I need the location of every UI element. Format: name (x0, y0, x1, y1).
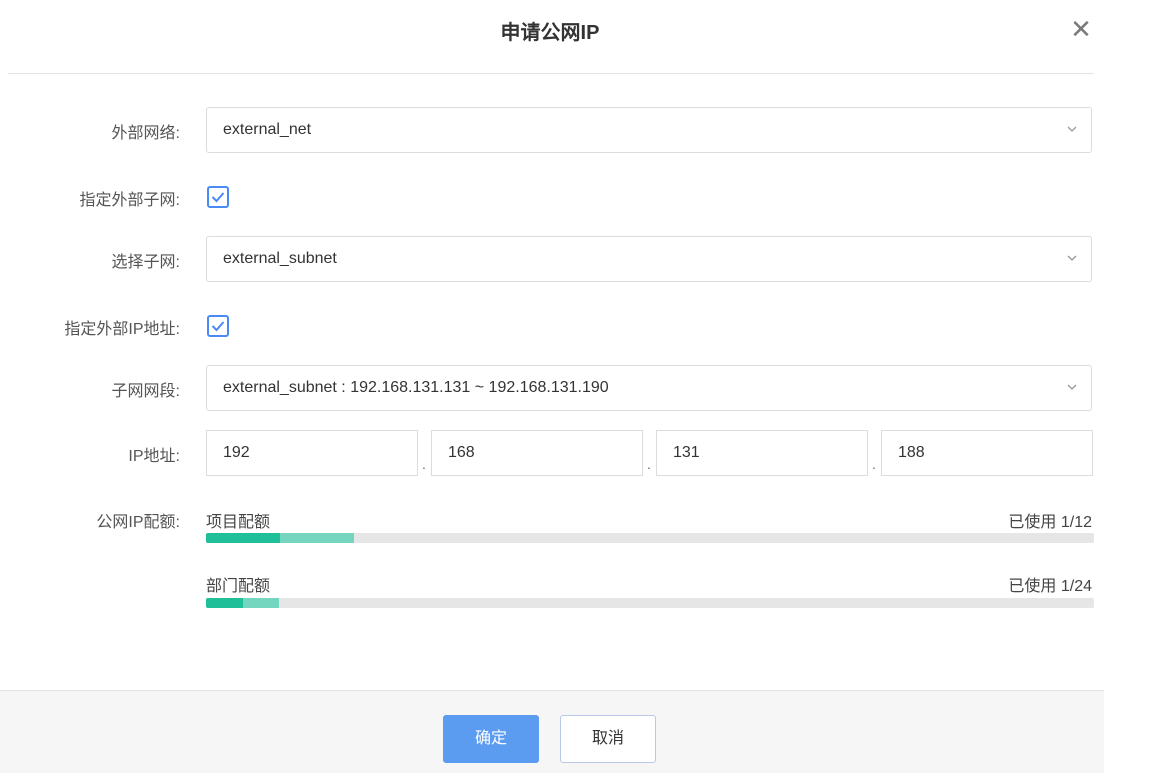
ip-octet-4-value: 188 (898, 444, 925, 461)
dialog-footer: 确定 取消 (0, 690, 1104, 773)
subnet-value: external_subnet (223, 250, 337, 267)
project-quota-usage: 已使用 1/12 (1008, 514, 1092, 531)
ip-octet-1-input[interactable]: 192 (206, 430, 418, 476)
project-quota-name: 项目配额 (206, 514, 271, 531)
quota-label: 公网IP配额: (96, 514, 180, 531)
confirm-button[interactable]: 确定 (443, 715, 539, 763)
ip-octet-1-value: 192 (223, 444, 250, 461)
external-network-label: 外部网络: (111, 125, 180, 142)
specify-ip-checkbox[interactable] (207, 315, 229, 337)
check-icon (211, 192, 225, 203)
subnet-label: 选择子网: (111, 254, 180, 271)
chevron-down-icon (1067, 126, 1077, 132)
specify-subnet-label: 指定外部子网: (79, 192, 180, 209)
check-icon (211, 321, 225, 332)
specify-ip-label: 指定外部IP地址: (64, 321, 180, 338)
department-quota-used-fill (206, 598, 243, 608)
quota-section: 公网IP配额: 项目配额 已使用 1/12 部门配额 已使用 1/24 (0, 508, 1100, 618)
subnet-range-value: external_subnet : 192.168.131.131 ~ 192.… (223, 379, 609, 396)
specify-subnet-checkbox[interactable] (207, 186, 229, 208)
chevron-down-icon (1067, 255, 1077, 261)
ip-separator: . (647, 456, 651, 472)
subnet-range-label: 子网网段: (111, 383, 180, 400)
close-icon[interactable]: ✕ (1068, 14, 1094, 44)
ip-octet-2-value: 168 (448, 444, 475, 461)
department-quota-usage: 已使用 1/24 (1008, 578, 1092, 595)
chevron-down-icon (1067, 384, 1077, 390)
project-quota-bar (206, 533, 1094, 543)
ip-octet-3-input[interactable]: 131 (656, 430, 868, 476)
cancel-button[interactable]: 取消 (560, 715, 656, 763)
dialog-title: 申请公网IP (500, 22, 600, 44)
external-network-select[interactable]: external_net (206, 107, 1092, 153)
ip-octet-4-input[interactable]: 188 (881, 430, 1093, 476)
project-quota-used-fill (206, 533, 280, 543)
apply-public-ip-dialog: 申请公网IP ✕ 外部网络: external_net 指定外部子网: 选择子网… (0, 0, 1152, 773)
subnet-range-select[interactable]: external_subnet : 192.168.131.131 ~ 192.… (206, 365, 1092, 411)
ip-address-label: IP地址: (128, 448, 180, 465)
ip-separator: . (422, 456, 426, 472)
header-divider (8, 73, 1094, 74)
ip-octet-2-input[interactable]: 168 (431, 430, 643, 476)
subnet-select[interactable]: external_subnet (206, 236, 1092, 282)
ip-separator: . (872, 456, 876, 472)
department-quota-bar (206, 598, 1094, 608)
department-quota-pending-fill (242, 598, 280, 608)
project-quota-pending-fill (279, 533, 354, 543)
external-network-value: external_net (223, 121, 312, 138)
ip-address-row: IP地址: 192 . 168 . 131 . 188 (0, 430, 1100, 478)
department-quota-name: 部门配额 (206, 578, 271, 595)
ip-octet-3-value: 131 (673, 444, 700, 461)
